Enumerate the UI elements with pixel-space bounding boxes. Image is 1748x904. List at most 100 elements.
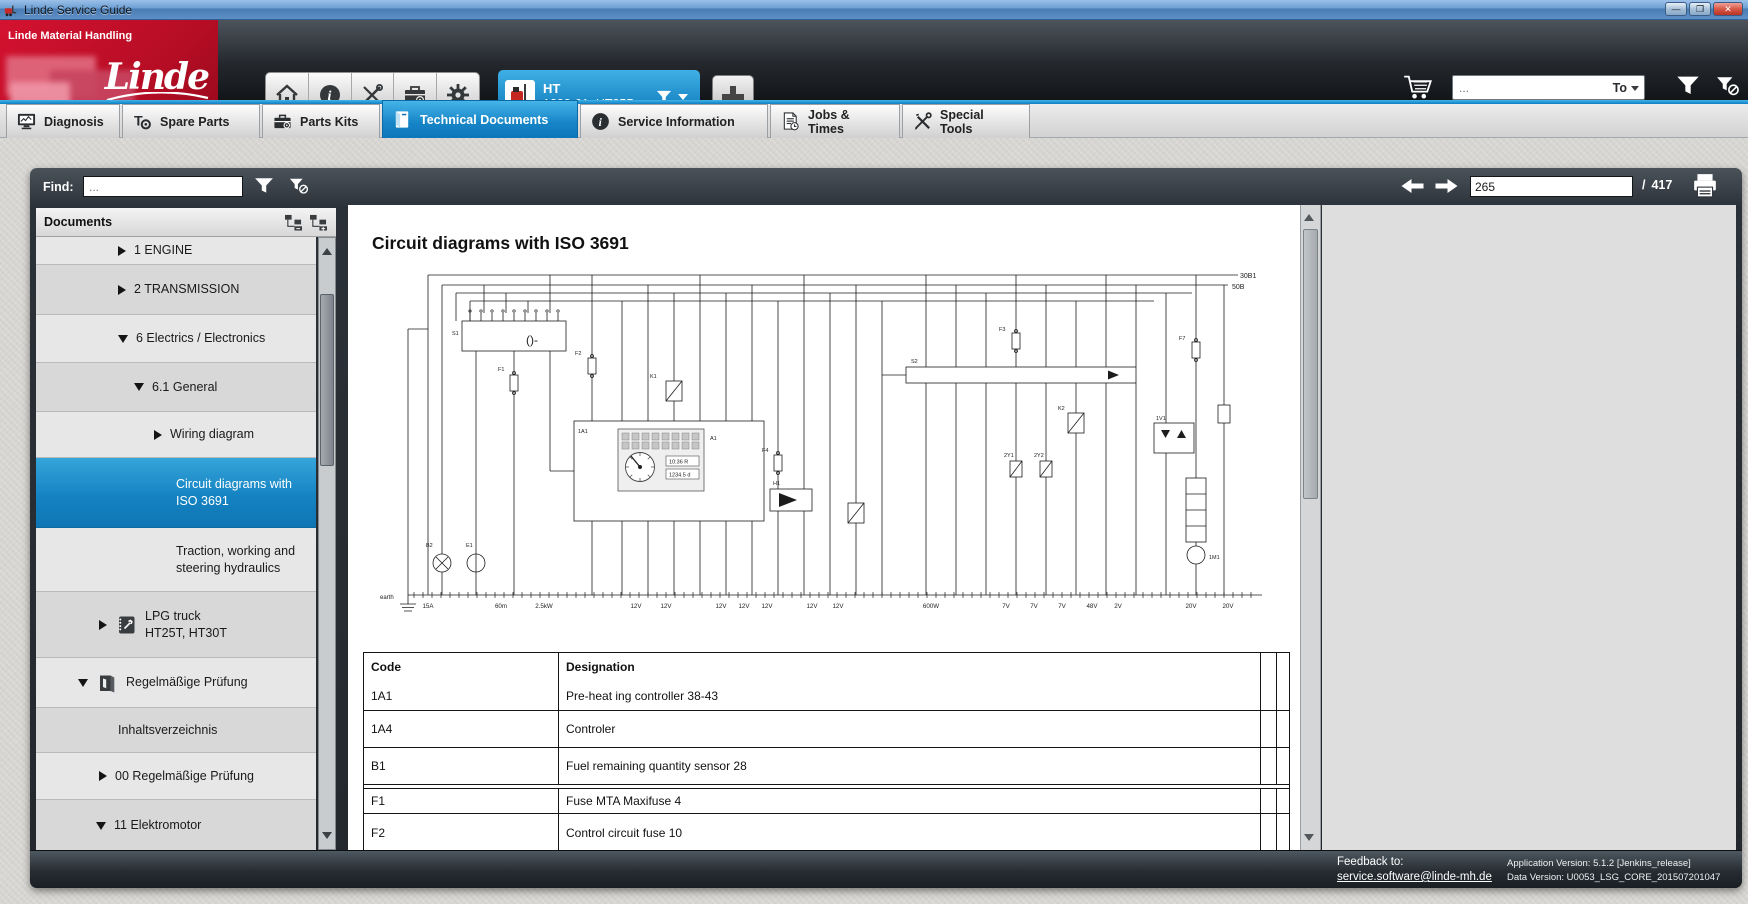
tree-item-lpg-truck[interactable]: LPG truckHT25T, HT30T — [36, 592, 316, 658]
find-input[interactable] — [83, 176, 243, 197]
tree-item-2-transmission[interactable]: 2 TRANSMISSION — [36, 265, 316, 315]
scroll-up-icon[interactable] — [1304, 209, 1314, 221]
chevron-down-icon[interactable] — [134, 383, 144, 391]
page-number-input[interactable] — [1470, 176, 1633, 197]
chevron-right-icon[interactable] — [99, 771, 107, 781]
tab-label: Parts Kits — [300, 115, 358, 129]
code-cell: B1 — [364, 748, 559, 784]
empty-cell — [1261, 711, 1277, 747]
spare-parts-icon: T — [133, 112, 152, 131]
viewer-background — [1322, 205, 1736, 850]
empty-cell — [1277, 814, 1289, 850]
chevron-right-icon[interactable] — [154, 430, 162, 440]
table-row: 1A4Controler — [364, 710, 1289, 747]
tree-item-regelmäßige-prüfung[interactable]: Regelmäßige Prüfung — [36, 658, 316, 708]
document-scroll-thumb[interactable] — [1303, 229, 1318, 499]
find-filter-icon[interactable] — [254, 177, 274, 195]
svg-text:F4: F4 — [762, 448, 768, 454]
feedback-label: Feedback to: — [1337, 855, 1492, 870]
sidebar-scrollbar[interactable] — [318, 237, 336, 850]
search-dropdown-icon[interactable] — [1631, 86, 1639, 95]
tree-item-label: 00 Regelmäßige Prüfung — [115, 768, 254, 784]
svg-text:1M1: 1M1 — [1209, 555, 1220, 561]
tree-item-inhaltsverzeichnis[interactable]: Inhaltsverzeichnis — [36, 708, 316, 753]
chevron-down-icon[interactable] — [118, 335, 128, 343]
tab-service-information[interactable]: iService Information — [580, 104, 768, 138]
tab-technical-documents[interactable]: Technical Documents — [382, 100, 578, 138]
tree-item-traction-working-and-steering-hydraulics[interactable]: Traction, working and steering hydraulic… — [36, 528, 316, 592]
tree-item-6-electrics-electronics[interactable]: 6 Electrics / Electronics — [36, 315, 316, 363]
chevron-down-icon[interactable] — [96, 822, 106, 830]
maximize-button[interactable]: ❐ — [1689, 2, 1711, 16]
table-header-row: CodeDesignation — [364, 653, 1289, 681]
scroll-down-icon[interactable] — [322, 832, 332, 844]
svg-text:15A: 15A — [422, 603, 434, 610]
filter-clear-button[interactable] — [1716, 74, 1740, 98]
tree-item-label: LPG truck — [145, 608, 227, 624]
search-go-button[interactable]: To — [1613, 81, 1627, 95]
chevron-right-icon[interactable] — [118, 285, 126, 295]
scroll-up-icon[interactable] — [322, 243, 332, 255]
tree-item-6-1-general[interactable]: 6.1 General — [36, 363, 316, 412]
minimize-button[interactable]: — — [1665, 2, 1687, 16]
brand-company-text: Linde Material Handling — [8, 30, 132, 42]
tab-spare-parts[interactable]: TSpare Parts — [122, 104, 260, 138]
document-scrollbar[interactable] — [1300, 205, 1321, 850]
tab-diagnosis[interactable]: Diagnosis — [6, 104, 120, 138]
technical-documents-icon — [393, 110, 412, 129]
tree-item-11-elektromotor[interactable]: 11 Elektromotor — [36, 800, 316, 850]
tab-special-tools[interactable]: Special Tools — [902, 104, 1030, 138]
previous-page-button[interactable] — [1400, 178, 1425, 194]
svg-text:F3: F3 — [999, 327, 1005, 333]
service-manual-icon — [115, 615, 137, 635]
chevron-right-icon[interactable] — [99, 620, 107, 630]
svg-text:12V: 12V — [715, 603, 727, 610]
empty-cell — [1261, 681, 1277, 710]
svg-text:20V: 20V — [1185, 603, 1197, 610]
chevron-down-icon[interactable] — [78, 679, 88, 687]
table-row: 1A1Pre-heat ing controller 38-43 — [364, 681, 1289, 710]
chevron-right-icon[interactable] — [118, 246, 126, 256]
svg-text:1234.5 d: 1234.5 d — [669, 473, 690, 479]
next-page-button[interactable] — [1434, 178, 1459, 194]
svg-text:K2: K2 — [1058, 406, 1065, 412]
content-panel: Find: / 417 Documents 1 ENGINE2 TRANSMIS… — [30, 168, 1742, 888]
tab-jobs-times[interactable]: Jobs & Times — [770, 104, 900, 138]
tab-label: Technical Documents — [420, 113, 548, 127]
collapse-tree-icon[interactable] — [284, 214, 303, 231]
svg-text:7V: 7V — [1058, 603, 1066, 610]
connector-glyph: ()- — [526, 333, 538, 347]
tab-parts-kits[interactable]: Parts Kits — [262, 104, 380, 138]
circuit-diagram: ()- 30B150Bearth10:36 R1234.5 dS1F1F2K11… — [366, 263, 1278, 613]
tree-item-00-regelmäßige-prüfung[interactable]: 00 Regelmäßige Prüfung — [36, 753, 316, 800]
tree-item-1-engine[interactable]: 1 ENGINE — [36, 237, 316, 265]
svg-text:F7: F7 — [1179, 336, 1185, 342]
code-cell: F1 — [364, 789, 559, 813]
close-button[interactable]: ✕ — [1713, 2, 1743, 16]
svg-text:2Y1: 2Y1 — [1004, 453, 1014, 459]
service-information-icon: i — [591, 112, 610, 131]
filter-button[interactable] — [1676, 74, 1700, 98]
window-title: Linde Service Guide — [24, 3, 132, 17]
scroll-down-icon[interactable] — [1304, 834, 1314, 846]
empty-cell — [1277, 681, 1289, 710]
sidebar-scroll-thumb[interactable] — [320, 294, 334, 466]
expand-tree-icon[interactable] — [309, 214, 328, 231]
vehicle-model: HT — [543, 81, 646, 97]
app-version: Application Version: 5.1.2 [Jenkins_rele… — [1507, 857, 1720, 871]
find-bar: Find: / 417 — [30, 168, 1742, 205]
code-cell: 1A4 — [364, 711, 559, 747]
column-header: Code — [364, 653, 559, 681]
find-filter-clear-icon[interactable] — [289, 177, 309, 195]
svg-text:12V: 12V — [630, 603, 642, 610]
documents-tree: 1 ENGINE2 TRANSMISSION6 Electrics / Elec… — [36, 237, 316, 850]
cart-button[interactable] — [1403, 74, 1433, 100]
print-button[interactable] — [1692, 173, 1718, 198]
tree-item-circuit-diagrams-with-iso-3691[interactable]: Circuit diagrams with ISO 3691 — [36, 458, 316, 528]
tree-item-label: Inhaltsverzeichnis — [118, 722, 217, 738]
code-designation-table: CodeDesignation1A1Pre-heat ing controlle… — [363, 652, 1290, 850]
search-input[interactable] — [1453, 81, 1613, 95]
feedback-email-link[interactable]: service.software@linde-mh.de — [1337, 870, 1492, 885]
empty-column — [1261, 653, 1277, 681]
tree-item-wiring-diagram[interactable]: Wiring diagram — [36, 412, 316, 458]
